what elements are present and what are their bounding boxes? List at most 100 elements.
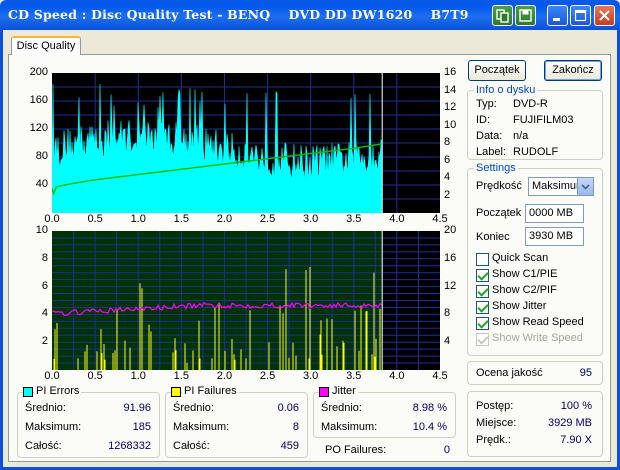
checkbox-label[interactable]: Show Jitter [492, 300, 546, 312]
progress-label: Prędk.: [476, 434, 511, 446]
progress-label: Postęp: [476, 400, 514, 412]
checkbox[interactable] [476, 269, 489, 282]
window-title: CD Speed : Disc Quality Test - BENQ DVD … [8, 7, 469, 22]
save-button[interactable] [515, 5, 536, 26]
checkbox[interactable] [476, 285, 489, 298]
pi-errors-chart-svg [51, 73, 440, 214]
chevron-down-icon[interactable] [577, 178, 593, 195]
progress-value: 100 % [560, 400, 592, 412]
tick-label: 2.5 [259, 213, 276, 225]
checkbox[interactable] [476, 253, 489, 266]
copy-icon [496, 9, 509, 23]
tick-label: 4.0 [389, 370, 405, 382]
chart2-left-axis: 2 4 6 8 10 [12, 224, 48, 370]
checkbox-label[interactable]: Show Write Speed [492, 332, 583, 344]
stats-label: Całość: [173, 440, 210, 452]
minimize-button[interactable] [547, 5, 568, 26]
tick-label: 6 [444, 153, 451, 166]
disc-info-title: Info o dysku [474, 84, 538, 96]
speed-select[interactable]: Maksimum [528, 177, 594, 196]
tick-label: 12 [444, 101, 457, 113]
stats-value: 185 [132, 421, 151, 433]
stats-value: 1268332 [108, 440, 151, 452]
tick-label: 2.5 [259, 370, 276, 382]
checkbox-label[interactable]: Show C2/PIF [492, 284, 557, 296]
tick-label: 10 [444, 118, 457, 131]
stats-group-title: PI Errors [34, 385, 82, 397]
chart1-right-axis: 2 4 6 8 10 12 14 16 [444, 66, 464, 213]
start-label: Początek [476, 207, 522, 219]
checkbox-label[interactable]: Show Read Speed [492, 316, 584, 328]
stats-group-title: PI Failures [182, 385, 239, 397]
settings-title: Settings [474, 162, 518, 174]
stats-label: Maksimum: [25, 421, 82, 433]
close-icon [599, 10, 610, 21]
chart1-left-axis: 40 80 120 160 200 [12, 66, 48, 213]
stats-value: 10.4 % [412, 421, 447, 433]
minimize-icon [553, 18, 560, 21]
disc-info-value: RUDOLF [513, 146, 559, 158]
pi-errors-chart [51, 73, 440, 214]
tick-label: 120 [29, 122, 48, 134]
legend-swatch [319, 387, 329, 397]
stats-value: 91.96 [123, 402, 151, 414]
tick-label: 6 [41, 279, 48, 292]
checkbox-label[interactable]: Show C1/PIE [492, 268, 557, 280]
stats-label: Całość: [25, 440, 62, 452]
disc-info-value: FUJIFILM03 [513, 114, 574, 126]
tick-label: 3.5 [346, 370, 362, 382]
tick-label: 10 [35, 224, 48, 236]
po-failures-value: 0 [443, 444, 450, 456]
start-input[interactable]: 0000 MB [525, 204, 584, 223]
tick-label: 0.0 [44, 370, 60, 382]
floppy-icon [519, 9, 532, 22]
disc-info-label: Typ: [476, 98, 497, 110]
checkbox[interactable] [476, 333, 489, 346]
tick-label: 4 [41, 307, 48, 320]
stats-group-title: Jitter [330, 385, 358, 397]
tick-label: 0.5 [87, 370, 103, 382]
quality-label: Ocena jakość [476, 367, 543, 379]
po-failures-label: PO Failures: [325, 444, 387, 456]
tab-disc-quality[interactable]: Disc Quality [11, 36, 81, 55]
checkbox[interactable] [476, 301, 489, 314]
close-button[interactable] [594, 5, 615, 26]
tick-label: 2 [41, 335, 48, 348]
tick-label: 4 [444, 171, 451, 183]
disc-info-value: n/a [513, 130, 529, 142]
end-input[interactable]: 3930 MB [525, 227, 584, 246]
stats-value: 459 [280, 440, 299, 452]
disc-info-value: DVD-R [513, 98, 548, 110]
stats-label: Średnio: [25, 402, 66, 414]
pi-errors-area [51, 83, 383, 214]
speed-label: Prędkość [476, 180, 522, 192]
tick-label: 3.5 [346, 213, 362, 225]
tick-label: 1.0 [130, 370, 146, 382]
disc-info-label: Data: [476, 130, 503, 142]
checkbox-label[interactable]: Quick Scan [492, 252, 548, 264]
start-button[interactable]: Początek [468, 60, 526, 81]
tick-label: 2 [444, 188, 451, 201]
checkbox[interactable] [476, 317, 489, 330]
chart2-x-axis: 0.0 0.5 1.0 1.5 2.0 2.5 3.0 3.5 4.0 4.5 [44, 370, 447, 384]
copy-button[interactable] [492, 5, 513, 26]
tick-label: 12 [444, 279, 457, 292]
end-label: Koniec [476, 231, 510, 243]
tick-label: 160 [29, 94, 48, 106]
progress-label: Miejsce: [476, 417, 517, 429]
tick-label: 8 [444, 136, 451, 148]
stats-value: 8 [292, 421, 299, 433]
tick-label: 2.0 [216, 370, 233, 382]
tick-label: 1.5 [173, 213, 189, 225]
legend-swatch [23, 387, 33, 397]
progress-value: 7.90 X [560, 434, 592, 446]
progress-value: 3929 MB [547, 417, 592, 429]
maximize-button[interactable] [570, 5, 591, 26]
end-button[interactable]: Zakończ [544, 60, 602, 81]
legend-swatch [171, 387, 181, 397]
pi-failures-chart-svg [51, 231, 440, 370]
quality-value: 95 [579, 367, 592, 379]
maximize-icon [574, 9, 587, 22]
stats-label: Maksimum: [321, 421, 378, 433]
tick-label: 16 [444, 66, 457, 78]
